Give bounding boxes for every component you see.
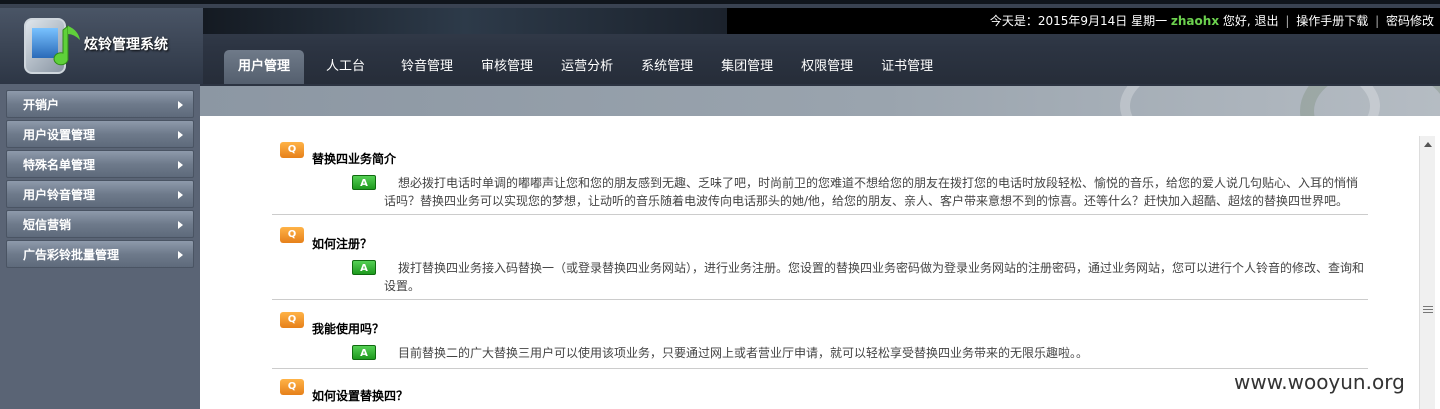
question-badge-icon: Q xyxy=(280,227,304,243)
separator: | xyxy=(1285,14,1290,28)
separator: | xyxy=(1375,14,1380,28)
logout-link[interactable]: 退出 xyxy=(1255,14,1279,28)
faq-question: 替换四业务简介 xyxy=(312,152,397,166)
chevron-right-icon xyxy=(178,251,183,259)
sidebar-item-user-ringtone[interactable]: 用户铃音管理 xyxy=(6,180,194,208)
chevron-right-icon xyxy=(178,101,183,109)
faq-question: 如何注册？ xyxy=(312,237,373,251)
chevron-right-icon xyxy=(178,221,183,229)
content-banner xyxy=(200,84,1440,116)
sidebar-item-label: 广告彩铃批量管理 xyxy=(23,248,120,262)
tab-manual-desk[interactable]: 人工台 xyxy=(304,50,387,84)
sidebar-item-label: 用户设置管理 xyxy=(23,128,96,142)
chevron-right-icon xyxy=(178,161,183,169)
date-text: 今天是：2015年9月14日 星期一 xyxy=(989,14,1168,28)
tab-review-management[interactable]: 审核管理 xyxy=(467,50,547,84)
answer-badge-icon: A xyxy=(352,345,376,360)
top-bar: 今天是：2015年9月14日 星期一 zhaohx 您好, 退出 | 操作手册下… xyxy=(727,8,1440,34)
faq-content: Q 替换四业务简介 A 想必拨打电话时单调的嘟嘟声让您和您的朋友感到无趣、乏味了… xyxy=(200,116,1418,409)
sidebar: 开销户 用户设置管理 特殊名单管理 用户铃音管理 短信营销 广告彩铃批量管理 xyxy=(0,84,200,409)
main-nav-tabs: 用户管理 人工台 铃音管理 审核管理 运营分析 系统管理 集团管理 权限管理 证… xyxy=(224,50,947,84)
sidebar-item-label: 特殊名单管理 xyxy=(23,158,96,172)
question-badge-icon: Q xyxy=(280,312,304,328)
divider xyxy=(272,299,1368,300)
chevron-right-icon xyxy=(178,191,183,199)
scroll-up-icon[interactable] xyxy=(1424,142,1432,147)
divider xyxy=(272,368,1368,369)
answer-badge-icon: A xyxy=(352,260,376,275)
vertical-scrollbar[interactable] xyxy=(1419,136,1435,409)
logo-area: 炫铃管理系统 xyxy=(0,8,203,84)
faq-answer: 拨打替换四业务接入码替换一（或登录替换四业务网站），进行业务注册。您设置的替换四… xyxy=(384,261,1365,293)
greeting: 您好, xyxy=(1222,14,1251,28)
answer-badge-icon: A xyxy=(352,175,376,190)
header: 炫铃管理系统 今天是：2015年9月14日 星期一 zhaohx 您好, 退出 … xyxy=(0,0,1440,84)
tab-user-management[interactable]: 用户管理 xyxy=(224,50,305,84)
music-note-icon xyxy=(53,24,80,66)
scroll-thumb-grip-icon[interactable] xyxy=(1423,306,1433,316)
faq-question: 如何设置替换四？ xyxy=(312,389,409,403)
divider xyxy=(272,214,1368,215)
watermark: www.wooyun.org xyxy=(1234,370,1405,394)
manual-download-link[interactable]: 操作手册下载 xyxy=(1296,14,1368,28)
app-title: 炫铃管理系统 xyxy=(84,37,168,53)
sidebar-item-account[interactable]: 开销户 xyxy=(6,90,194,118)
question-badge-icon: Q xyxy=(280,142,304,158)
username: zhaohx xyxy=(1170,14,1220,28)
sidebar-item-ad-ringtone-batch[interactable]: 广告彩铃批量管理 xyxy=(6,240,194,268)
question-badge-icon: Q xyxy=(280,379,304,395)
tab-operations-analysis[interactable]: 运营分析 xyxy=(547,50,627,84)
sidebar-item-sms-marketing[interactable]: 短信营销 xyxy=(6,210,194,238)
tab-certificate-management[interactable]: 证书管理 xyxy=(867,50,947,84)
sidebar-item-user-settings[interactable]: 用户设置管理 xyxy=(6,120,194,148)
sidebar-item-label: 开销户 xyxy=(23,98,60,112)
sidebar-item-special-list[interactable]: 特殊名单管理 xyxy=(6,150,194,178)
sidebar-item-label: 短信营销 xyxy=(23,218,72,232)
tab-group-management[interactable]: 集团管理 xyxy=(707,50,787,84)
faq-answer: 目前替换二的广大替换三用户可以使用该项业务，只要通过网上或者营业厅申请，就可以轻… xyxy=(398,346,1089,360)
sidebar-item-label: 用户铃音管理 xyxy=(23,188,96,202)
tab-permission-management[interactable]: 权限管理 xyxy=(787,50,867,84)
faq-question: 我能使用吗？ xyxy=(312,322,385,336)
tab-ringtone-management[interactable]: 铃音管理 xyxy=(387,50,467,84)
top-banner xyxy=(203,8,727,34)
faq-answer: 想必拨打电话时单调的嘟嘟声让您和您的朋友感到无趣、乏味了吧，时尚前卫的您难道不想… xyxy=(384,176,1359,208)
chevron-right-icon xyxy=(178,131,183,139)
change-password-link[interactable]: 密码修改 xyxy=(1386,14,1434,28)
tab-system-management[interactable]: 系统管理 xyxy=(627,50,707,84)
